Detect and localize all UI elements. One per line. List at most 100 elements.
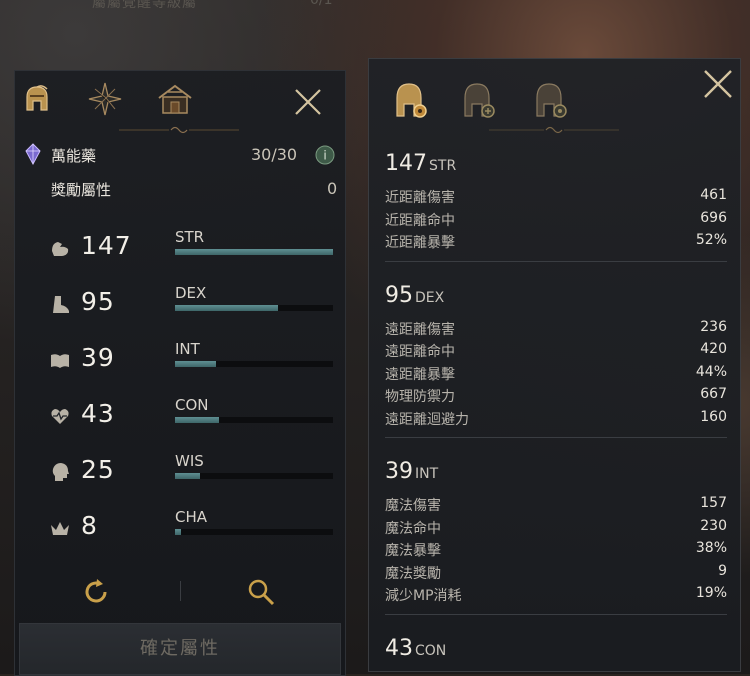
- detail-value: 160: [700, 408, 727, 425]
- stat-bar: [175, 417, 333, 423]
- detail-row: 魔法命中 230: [385, 516, 727, 539]
- detail-value: 9: [718, 562, 727, 579]
- stats-settings-tab[interactable]: [529, 77, 571, 123]
- background-ghost-count: 0/1: [310, 0, 333, 8]
- detail-row: 遠距離迴避力 160: [385, 407, 727, 430]
- detail-value: 420: [700, 341, 727, 357]
- detail-label: 物理防禦力: [385, 389, 455, 405]
- detail-label: 近距離傷害: [385, 190, 455, 206]
- close-right-button[interactable]: [701, 67, 735, 101]
- reward-row: 獎勵屬性 0: [23, 177, 337, 201]
- section-divider: [385, 437, 727, 438]
- close-left-button[interactable]: [291, 85, 325, 119]
- section-value: 39: [385, 459, 413, 484]
- section-header: 43 CON: [385, 636, 727, 662]
- reset-refresh-icon[interactable]: [81, 577, 111, 607]
- detail-value: 461: [700, 187, 727, 203]
- background-ghost-title: 屬屬覺醒等級屬: [92, 0, 197, 11]
- detail-value: 236: [700, 318, 727, 335]
- reward-label: 獎勵屬性: [51, 181, 112, 199]
- stat-name: CON: [175, 396, 209, 414]
- detail-label: 近距離暴擊: [385, 235, 455, 251]
- actions-divider: [180, 581, 181, 601]
- close-icon: [295, 89, 321, 115]
- stat-value: 95: [81, 287, 115, 316]
- stat-bar: [175, 361, 333, 367]
- detail-value: 19%: [695, 585, 727, 601]
- stats-plus-tab[interactable]: [457, 77, 499, 123]
- section-abbr: CON: [415, 642, 447, 659]
- detail-label: 遠距離暴擊: [385, 366, 455, 383]
- detail-row: 魔法獎勵 9: [385, 561, 727, 584]
- stat-name: DEX: [175, 284, 207, 302]
- stat-value: 25: [81, 455, 115, 484]
- section-divider: [385, 613, 727, 615]
- stat-bar-fill: [175, 305, 278, 311]
- detail-label: 魔法獎勵: [385, 565, 441, 582]
- helmet-plus-icon: [464, 83, 495, 118]
- stat-name: WIS: [175, 452, 204, 470]
- info-badge-icon[interactable]: i: [315, 145, 335, 165]
- detail-label: 魔法暴擊: [385, 543, 441, 559]
- strength-arm-icon: [52, 242, 69, 256]
- section-header: 39 INT: [385, 459, 727, 485]
- detail-row: 近距離命中 696: [385, 208, 727, 231]
- stat-bar: [175, 249, 333, 255]
- charisma-crown-icon: [51, 522, 69, 535]
- detail-row: 遠距離暴擊 44%: [385, 362, 727, 385]
- attribute-actions: [15, 569, 345, 617]
- helmet-gear-icon: [396, 83, 427, 118]
- detail-row: 魔法暴擊 38%: [385, 538, 727, 561]
- stat-row-con: 43 CON: [49, 396, 339, 439]
- stat-name: INT: [175, 340, 200, 358]
- potion-label: 萬能藥: [51, 147, 97, 165]
- stat-value: 147: [81, 231, 132, 260]
- stat-row-int: 39 INT: [49, 340, 339, 383]
- stat-value: 8: [81, 511, 98, 540]
- stat-row-str: 147 STR: [49, 228, 339, 271]
- stat-bar-fill: [175, 473, 201, 479]
- detail-value: 44%: [695, 363, 727, 380]
- detail-row: 魔法傷害 157: [385, 493, 727, 516]
- detail-value: 230: [700, 517, 727, 534]
- detail-row: 遠距離命中 420: [385, 339, 727, 362]
- stat-name: CHA: [175, 508, 208, 526]
- stat-bar-fill: [175, 417, 220, 423]
- stat-name: STR: [175, 228, 205, 246]
- tabbar-ornament: [119, 126, 239, 134]
- magnifier-icon[interactable]: [245, 576, 277, 608]
- constitution-heart-icon: [51, 409, 69, 424]
- detail-row: 減少MP消耗 19%: [385, 583, 727, 606]
- attribute-detail-panel: 147 STR 近距離傷害 461 近距離命中 696 近距離暴擊 52% 95 DEX 遠距離傷害…: [368, 58, 741, 672]
- section-value: 43: [385, 635, 413, 661]
- detail-label: 遠距離迴避力: [385, 411, 469, 428]
- svg-text:i: i: [323, 149, 326, 163]
- compass-star-icon: [88, 82, 122, 116]
- close-icon: [704, 70, 732, 98]
- reward-value: 0: [327, 179, 338, 198]
- detail-value: 52%: [695, 232, 727, 248]
- confirm-attributes-button[interactable]: 確定屬性: [19, 623, 341, 675]
- house-tab[interactable]: [155, 79, 195, 119]
- helmet-cog-icon: [536, 83, 567, 118]
- detail-label: 近距離命中: [385, 212, 455, 229]
- attribute-panel: 萬能藥 30/30 i 獎勵屬性 0 147 STR 95 DEX 39 INT 43 CON…: [14, 70, 346, 676]
- section-value: 95: [385, 282, 413, 308]
- stat-value: 39: [81, 343, 115, 372]
- detail-row: 物理防禦力 667: [385, 384, 727, 407]
- intelligence-book-icon: [51, 354, 69, 368]
- detail-row: 近距離傷害 461: [385, 185, 727, 208]
- potion-row: 萬能藥 30/30 i: [23, 143, 337, 167]
- detail-section-dex: 95 DEX 遠距離傷害 236 遠距離命中 420 遠距離暴擊 44% 物理防禦力 667 遠距離…: [385, 283, 727, 430]
- section-header: 95 DEX: [385, 283, 727, 309]
- stat-bar-fill: [175, 361, 217, 367]
- stats-detail-tab[interactable]: [389, 77, 431, 123]
- detail-row: 遠距離傷害 236: [385, 317, 727, 340]
- stat-row-wis: 25 WIS: [49, 452, 339, 495]
- house-icon: [158, 84, 192, 114]
- helmet-tab[interactable]: [17, 79, 57, 119]
- section-abbr: INT: [415, 466, 439, 482]
- crystal-potion-icon: [25, 143, 41, 165]
- detail-value: 696: [700, 209, 727, 226]
- star-tab[interactable]: [85, 79, 125, 119]
